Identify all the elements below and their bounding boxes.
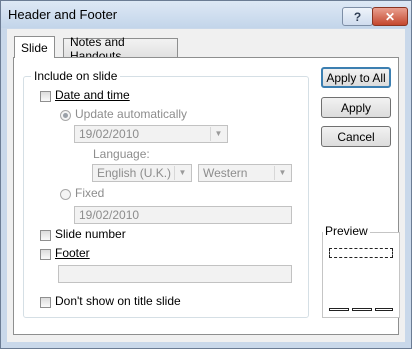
cancel-button[interactable]: Cancel: [321, 126, 391, 147]
apply-button[interactable]: Apply: [321, 97, 391, 118]
fixed-date-value: 19/02/2010: [79, 208, 140, 222]
update-auto-label: Update automatically: [75, 107, 188, 121]
apply-to-all-button[interactable]: Apply to All: [321, 67, 391, 88]
dont-show-title-label: Don't show on title slide: [55, 294, 181, 308]
tab-slide[interactable]: Slide: [14, 36, 55, 58]
slide-number-label: Slide number: [55, 227, 126, 241]
slide-number-checkbox[interactable]: [40, 230, 51, 241]
language-select[interactable]: English (U.K.) ▼: [92, 164, 192, 182]
apply-label: Apply: [340, 100, 372, 115]
chevron-down-icon: ▼: [174, 166, 190, 180]
dialog-window: Header and Footer ? ✕ Slide Notes and Ha…: [0, 0, 412, 349]
fixed-date-input[interactable]: 19/02/2010: [74, 206, 292, 224]
preview-label: Preview: [323, 224, 370, 238]
close-button[interactable]: ✕: [372, 7, 408, 26]
dont-show-title-checkbox[interactable]: [40, 297, 51, 308]
help-icon: ?: [353, 9, 362, 24]
footer-checkbox[interactable]: [40, 249, 51, 260]
calendar-value: Western: [203, 166, 248, 180]
date-time-label: Date and time: [55, 88, 130, 102]
footer-input[interactable]: [58, 265, 292, 283]
update-auto-radio[interactable]: [60, 110, 71, 121]
preview-footer-left: [329, 308, 349, 311]
dialog-title: Header and Footer: [8, 7, 118, 22]
preview-box: [322, 232, 400, 318]
close-icon: ✕: [384, 9, 396, 24]
update-date-select[interactable]: 19/02/2010 ▼: [74, 125, 228, 143]
title-bar[interactable]: Header and Footer ? ✕: [1, 1, 411, 28]
tab-slide-label: Slide: [21, 40, 48, 55]
fixed-radio[interactable]: [60, 189, 71, 200]
chevron-down-icon: ▼: [210, 127, 226, 141]
update-date-value: 19/02/2010: [79, 127, 140, 141]
preview-header-placeholder: [329, 248, 393, 258]
footer-label: Footer: [55, 246, 90, 260]
language-label: Language:: [93, 147, 150, 161]
preview-footer-center: [352, 308, 372, 311]
apply-to-all-label: Apply to All: [326, 70, 386, 85]
date-time-checkbox[interactable]: [40, 91, 51, 102]
cancel-label: Cancel: [337, 129, 375, 144]
dialog-client: Slide Notes and Handouts Include on slid…: [7, 29, 405, 342]
preview-footer-right: [375, 308, 393, 311]
fixed-label: Fixed: [75, 186, 105, 200]
calendar-select[interactable]: Western ▼: [198, 164, 292, 182]
help-button[interactable]: ?: [342, 7, 373, 26]
chevron-down-icon: ▼: [274, 166, 290, 180]
tab-notes-handouts[interactable]: Notes and Handouts: [63, 35, 178, 63]
language-value: English (U.K.): [97, 166, 172, 180]
include-group-label: Include on slide: [31, 69, 121, 83]
